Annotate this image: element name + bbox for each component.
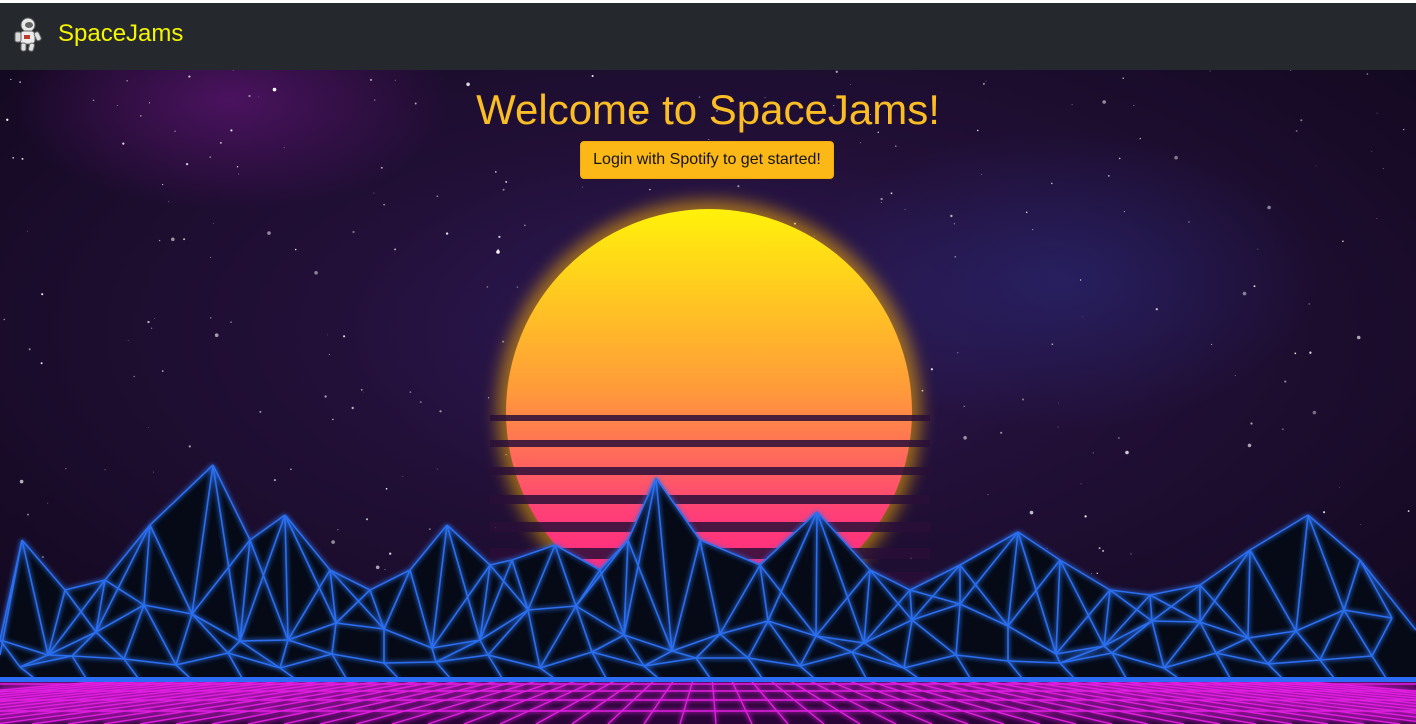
login-with-spotify-button[interactable]: Login with Spotify to get started!	[580, 141, 834, 179]
astronaut-icon[interactable]	[11, 16, 45, 52]
brand-name[interactable]: SpaceJams	[58, 19, 183, 49]
navbar: SpaceJams	[0, 3, 1416, 70]
welcome-title: Welcome to SpaceJams!	[476, 86, 940, 133]
hero-section: Welcome to SpaceJams! Login with Spotify…	[0, 70, 1416, 724]
